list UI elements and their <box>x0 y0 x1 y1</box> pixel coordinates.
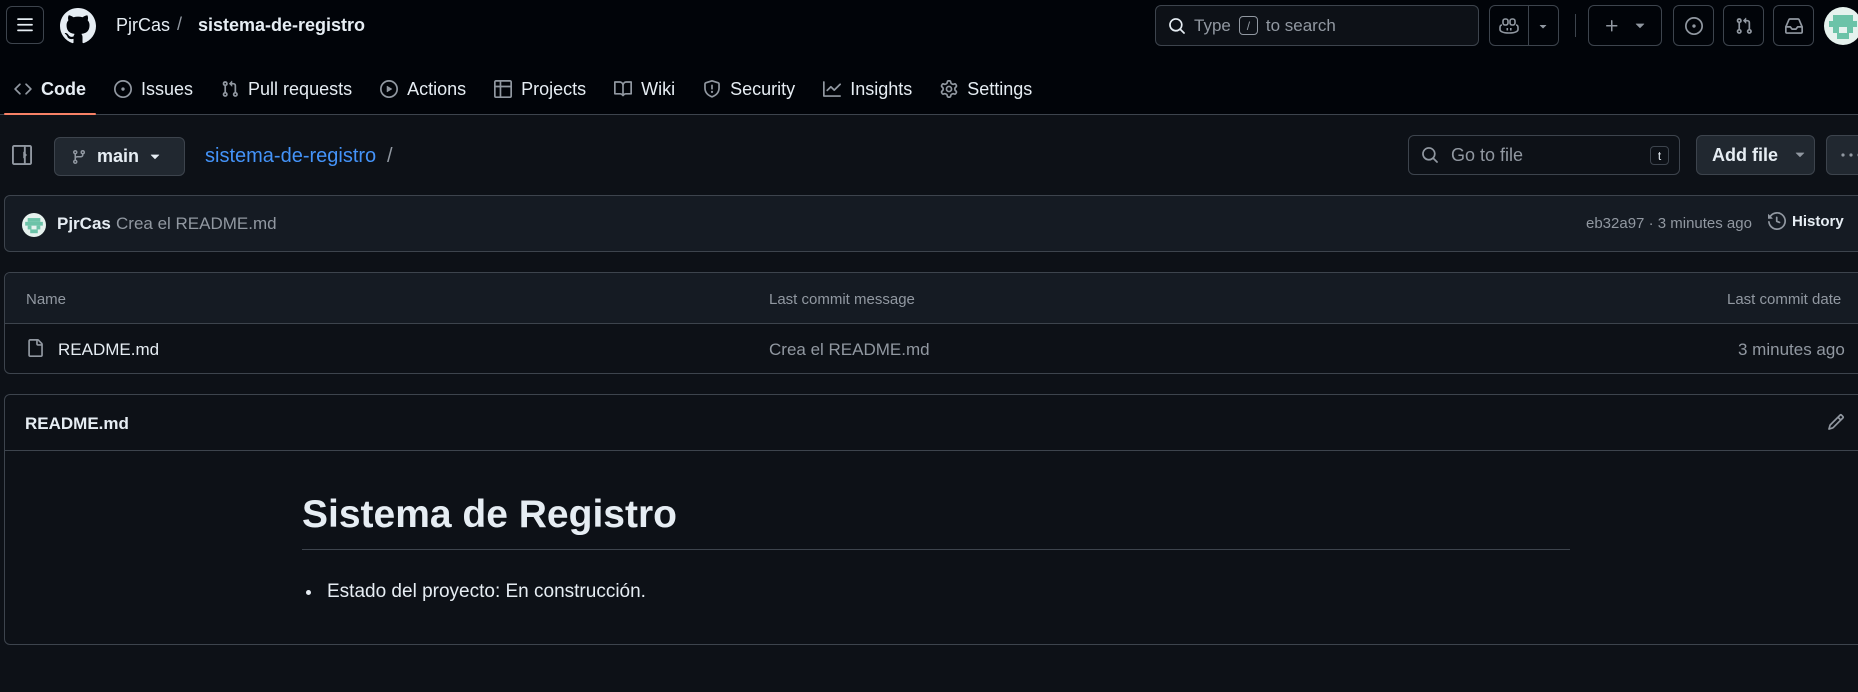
copilot-button-group <box>1489 5 1559 46</box>
code-icon <box>14 83 32 95</box>
tab-label: Pull requests <box>248 78 353 99</box>
header-divider <box>1575 14 1576 37</box>
column-header-message: Last commit message <box>769 291 915 308</box>
plus-icon <box>1606 19 1618 31</box>
issue-opened-icon <box>1684 16 1703 35</box>
tab-issues[interactable]: Issues <box>100 64 207 114</box>
gear-icon <box>940 80 958 98</box>
add-file-button[interactable]: Add file <box>1696 135 1815 175</box>
your-pull-requests-button[interactable] <box>1723 5 1764 46</box>
file-commit-message-link[interactable]: Crea el README.md <box>769 340 930 360</box>
readme-list: Estado del proyecto: En construcción. <box>323 581 646 603</box>
play-icon <box>380 80 399 98</box>
issue-icon <box>114 80 132 98</box>
tab-label: Insights <box>850 78 913 99</box>
commit-hash-and-time[interactable]: eb32a97 · 3 minutes ago <box>1586 215 1752 232</box>
pencil-icon <box>1828 414 1844 430</box>
file-tree-toggle-button[interactable] <box>12 145 32 165</box>
table-header: Name Last commit message Last commit dat… <box>5 273 1858 324</box>
breadcrumb-separator: / <box>387 145 393 167</box>
branch-select-button[interactable]: main <box>54 137 185 176</box>
tab-code[interactable]: Code <box>0 64 100 115</box>
history-icon <box>1768 212 1786 230</box>
more-options-button[interactable] <box>1826 135 1858 175</box>
tab-wiki[interactable]: Wiki <box>600 64 689 114</box>
pull-request-icon <box>222 80 238 97</box>
tab-label: Security <box>730 78 796 99</box>
breadcrumb-repo-link[interactable]: sistema-de-registro <box>205 145 376 168</box>
latest-commit-bar: PjrCas Crea el README.md eb32a97 · 3 min… <box>4 195 1858 252</box>
search-icon <box>1169 17 1185 34</box>
readme-panel: README.md Sistema de Registro Estado del… <box>4 394 1858 645</box>
repo-owner-link[interactable]: PjrCas <box>116 15 170 36</box>
search-prefix: Type <box>1194 15 1231 35</box>
table-icon <box>494 80 513 98</box>
commit-author-link[interactable]: PjrCas <box>57 214 111 234</box>
path-separator: / <box>177 14 183 34</box>
caret-down-icon <box>1635 23 1645 28</box>
commit-message-link[interactable]: Crea el README.md <box>116 214 277 234</box>
column-header-date: Last commit date <box>1727 291 1842 308</box>
copilot-button[interactable] <box>1490 6 1529 45</box>
tab-label: Issues <box>141 78 194 99</box>
tab-label: Actions <box>407 78 467 99</box>
caret-down-icon <box>1795 152 1805 158</box>
go-to-file-placeholder: Go to file <box>1451 144 1524 165</box>
tab-actions[interactable]: Actions <box>366 64 480 114</box>
copilot-dropdown-button[interactable] <box>1529 6 1558 45</box>
graph-icon <box>823 81 842 97</box>
repo-nav-tabs: Code Issues Pull requests Actions Projec… <box>0 64 1046 115</box>
tab-label: Wiki <box>641 78 676 99</box>
github-logo-icon[interactable] <box>60 8 96 44</box>
readme-title-link[interactable]: README.md <box>25 414 129 434</box>
pull-request-icon <box>1736 17 1752 34</box>
sidebar-expand-icon <box>12 145 32 165</box>
inbox-icon <box>1784 17 1803 34</box>
caret-down-icon <box>150 154 160 159</box>
app-header: PjrCas / sistema-de-registro Type / to s… <box>0 0 1858 115</box>
file-commit-date: 3 minutes ago <box>1738 340 1845 359</box>
go-to-file-shortcut-key: t <box>1650 146 1669 165</box>
tab-projects[interactable]: Projects <box>480 64 600 114</box>
book-icon <box>614 81 633 97</box>
readme-header: README.md <box>5 395 1858 451</box>
hamburger-icon <box>17 18 33 32</box>
readme-heading: Sistema de Registro <box>302 493 1570 550</box>
global-search-input[interactable]: Type / to search <box>1155 5 1479 46</box>
tab-pull-requests[interactable]: Pull requests <box>207 64 366 114</box>
tab-label: Projects <box>521 78 587 99</box>
tab-settings[interactable]: Settings <box>926 64 1046 114</box>
menu-button[interactable] <box>6 6 44 44</box>
your-issues-button[interactable] <box>1673 5 1714 46</box>
file-name-link[interactable]: README.md <box>58 340 159 360</box>
create-new-button[interactable] <box>1588 5 1662 46</box>
tab-label: Settings <box>967 78 1033 99</box>
history-button[interactable]: History <box>1768 212 1844 230</box>
edit-readme-button[interactable] <box>1827 413 1845 431</box>
file-table: Name Last commit message Last commit dat… <box>4 272 1858 374</box>
search-shortcut-key: / <box>1238 16 1258 35</box>
tab-security[interactable]: Security <box>689 64 809 114</box>
caret-down-icon <box>1540 24 1547 28</box>
table-row[interactable]: README.md Crea el README.md 3 minutes ag… <box>5 324 1858 373</box>
list-item: Estado del proyecto: En construcción. <box>323 581 646 603</box>
kebab-horizontal-icon <box>1841 153 1858 157</box>
author-avatar[interactable] <box>22 213 46 237</box>
tab-label: Code <box>41 78 86 99</box>
add-file-label: Add file <box>1712 144 1778 165</box>
search-suffix: to search <box>1265 15 1336 35</box>
tab-insights[interactable]: Insights <box>809 64 926 114</box>
user-avatar[interactable] <box>1824 7 1858 45</box>
file-icon <box>28 339 43 357</box>
branch-icon <box>72 149 85 164</box>
search-icon <box>1422 147 1438 163</box>
branch-name: main <box>97 146 140 166</box>
copilot-icon <box>1499 17 1519 34</box>
go-to-file-input[interactable]: Go to file t <box>1408 135 1680 175</box>
repo-name-link[interactable]: sistema-de-registro <box>198 15 365 36</box>
column-header-name: Name <box>26 291 67 308</box>
history-label: History <box>1792 212 1844 230</box>
shield-icon <box>704 80 721 98</box>
notifications-inbox-button[interactable] <box>1773 5 1814 46</box>
